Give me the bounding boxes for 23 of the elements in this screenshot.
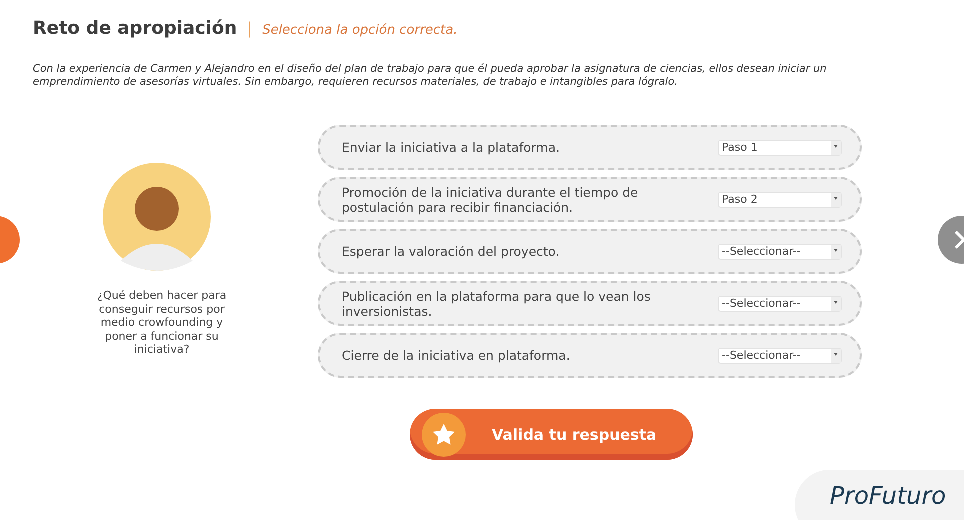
instruction-text: Selecciona la opción correcta. bbox=[262, 23, 458, 38]
caret-icon bbox=[831, 244, 841, 258]
profuturo-logo: ProFuturo bbox=[830, 482, 946, 510]
option-text: Promoción de la iniciativa durante el tiempo de postulación para recibir financiación. bbox=[342, 184, 640, 214]
step-dropdown[interactable]: --Seleccionar-- bbox=[718, 296, 842, 312]
chevron-right-icon bbox=[954, 230, 964, 250]
intro-paragraph: Con la experiencia de Carmen y Alejandro en el diseño del plan de trabajo para que él pueda aprobar la asignatura de ciencias, ellos desean iniciar un emprendimiento de asesorías virtuales. Sin embargo, requieren recursos materiales, de trabajo e intangibles para lógralo. bbox=[33, 63, 828, 89]
option-text: Esperar la valoración del proyecto. bbox=[342, 244, 561, 259]
title-separator: | bbox=[247, 19, 253, 38]
option-text: Publicación en la plataforma para que lo vean los inversionistas. bbox=[342, 288, 652, 318]
step-dropdown[interactable]: --Seleccionar-- bbox=[718, 244, 842, 260]
option-text: Cierre de la iniciativa en plataforma. bbox=[342, 348, 572, 363]
step-dropdown[interactable]: Paso 1 bbox=[718, 140, 842, 156]
caret-icon bbox=[831, 296, 841, 310]
step-dropdown[interactable]: --Seleccionar-- bbox=[718, 348, 842, 364]
caret-icon bbox=[831, 348, 841, 362]
caret-icon bbox=[831, 192, 841, 206]
option-text: Enviar la iniciativa a la plataforma. bbox=[342, 140, 561, 155]
question-text: ¿Qué deben hacer para conseguir recursos por medio crowfounding y poner a funcionar su iniciativa? bbox=[96, 289, 228, 356]
avatar-silhouette-icon bbox=[103, 163, 211, 271]
caret-icon bbox=[831, 140, 841, 154]
step-dropdown[interactable]: Paso 2 bbox=[718, 192, 842, 208]
page-title: Reto de apropiación bbox=[33, 18, 238, 39]
